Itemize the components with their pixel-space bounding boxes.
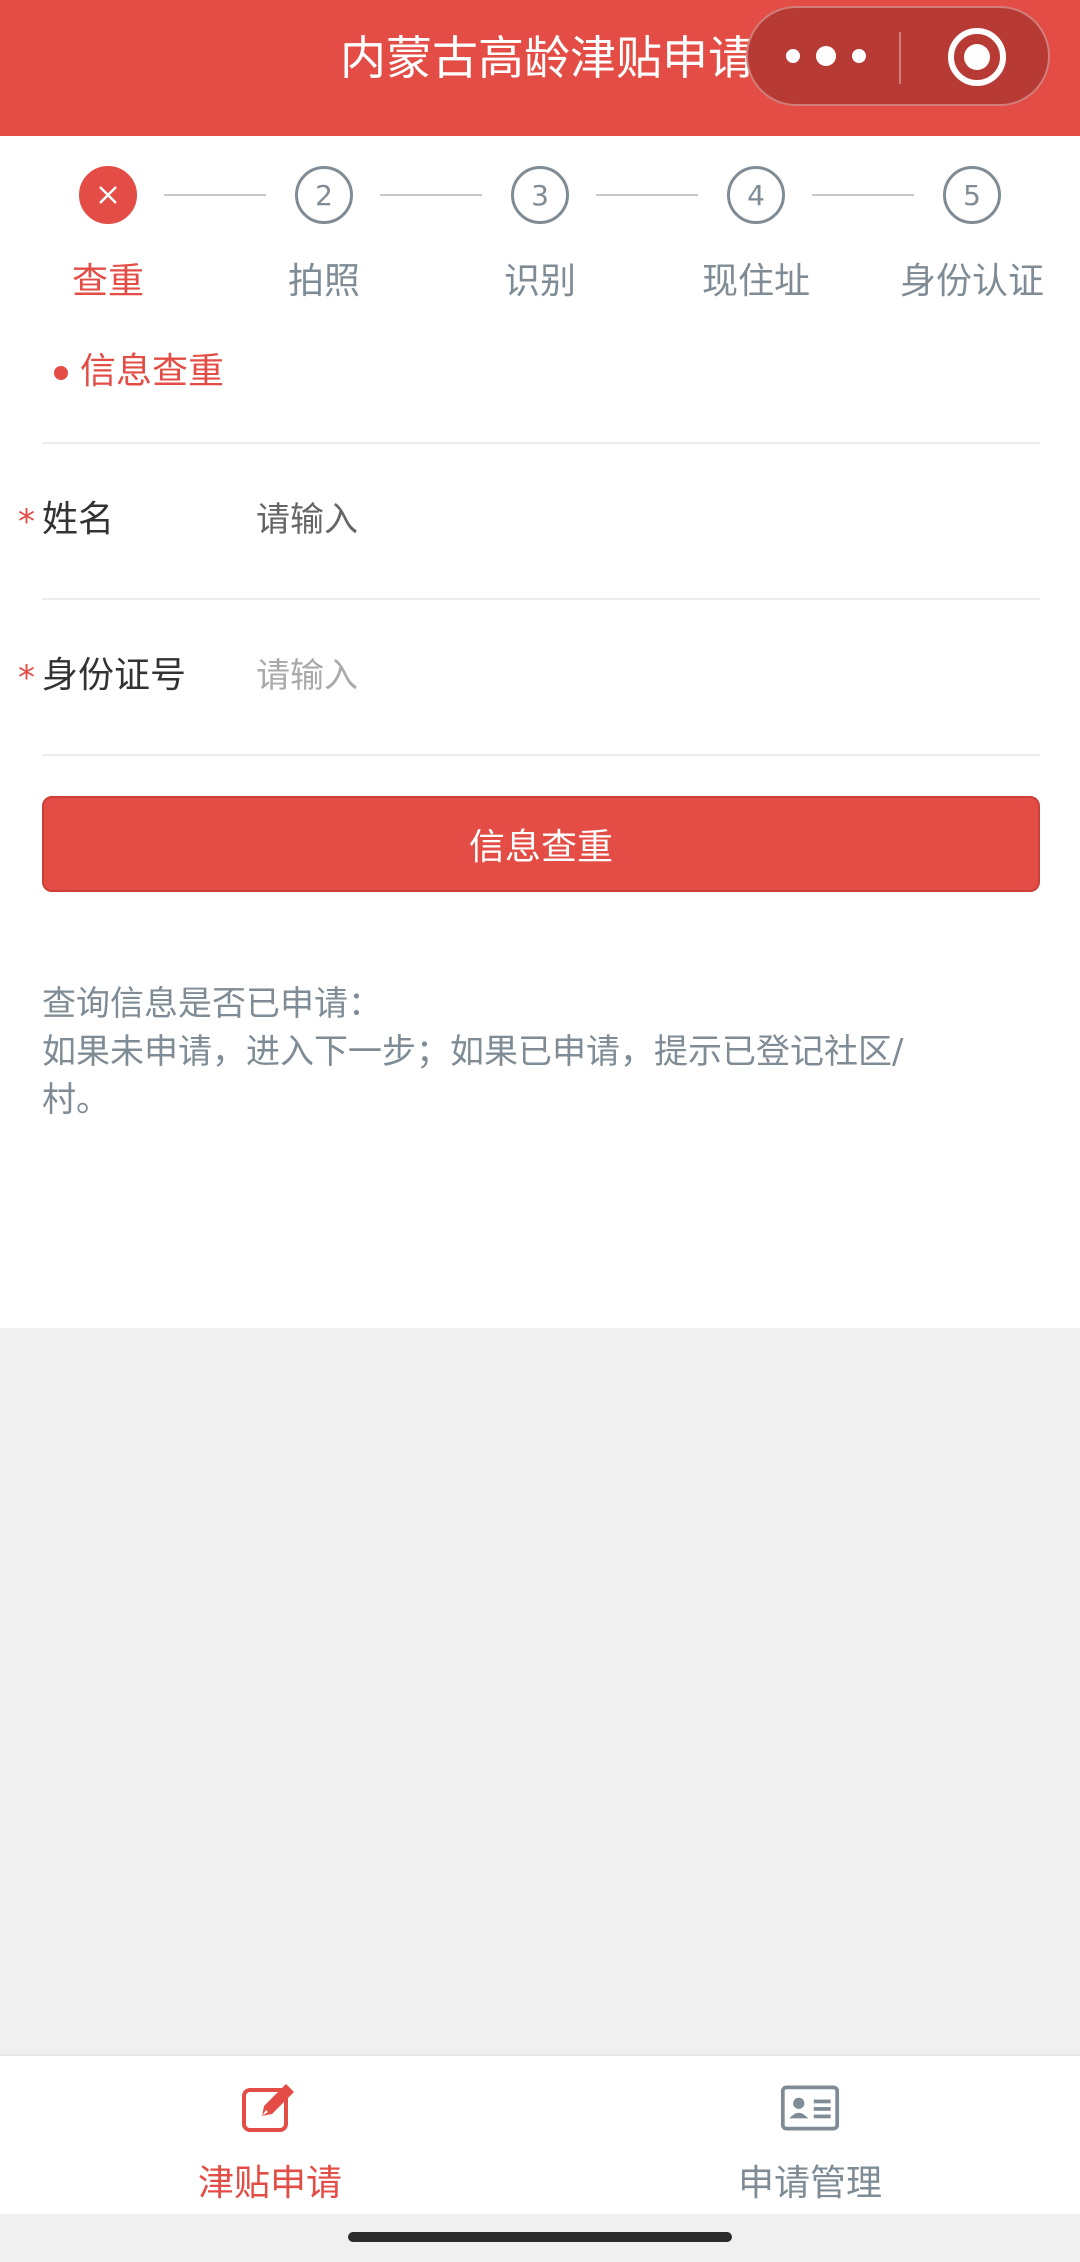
- step-2-circle: 2: [295, 166, 353, 224]
- page-title: 内蒙古高龄津贴申请: [340, 31, 754, 85]
- tab-bar: 津贴申请 申请管理: [0, 2054, 1080, 2214]
- help-note-line: 如果未申请，进入下一步；如果已申请，提示已登记社区/: [42, 1032, 904, 1072]
- step-1-circle: [79, 166, 137, 224]
- help-note-line: 查询信息是否已申请：: [42, 984, 382, 1024]
- step-connector: [164, 194, 266, 196]
- main-content: 2 3 4 5 查重 拍照 识别 现住址 身份认证 信息查重 * 姓名 * 身份…: [0, 136, 1080, 1328]
- edit-icon: [242, 2084, 294, 2132]
- close-icon: [99, 186, 117, 204]
- step-5-circle: 5: [943, 166, 1001, 224]
- step-connector: [812, 194, 914, 196]
- name-input[interactable]: [256, 490, 1016, 550]
- mini-program-capsule: [746, 6, 1050, 106]
- required-mark: *: [18, 658, 35, 698]
- help-note-line: 村。: [42, 1080, 110, 1120]
- home-indicator: [348, 2232, 732, 2242]
- tab-label: 申请管理: [737, 2163, 882, 2204]
- divider: [42, 598, 1040, 600]
- tab-label: 津贴申请: [197, 2163, 342, 2204]
- help-note: 查询信息是否已申请： 如果未申请，进入下一步；如果已申请，提示已登记社区/ 村。: [42, 980, 1042, 1124]
- id-number-input[interactable]: [256, 646, 1016, 706]
- divider: [42, 754, 1040, 756]
- capsule-divider: [899, 32, 901, 84]
- id-number-label: 身份证号: [42, 655, 187, 696]
- id-card-icon: [780, 2085, 840, 2131]
- step-3-label: 识别: [503, 261, 577, 302]
- name-label: 姓名: [42, 499, 115, 540]
- tab-subsidy-application[interactable]: 津贴申请: [0, 2056, 540, 2216]
- step-4-circle: 4: [727, 166, 785, 224]
- section-title-text: 信息查重: [80, 351, 225, 392]
- step-4-label: 现住址: [701, 261, 811, 302]
- step-connector: [380, 194, 482, 196]
- nav-header: 内蒙古高龄津贴申请: [0, 0, 1080, 136]
- step-3-circle: 3: [511, 166, 569, 224]
- step-2-label: 拍照: [287, 261, 361, 302]
- divider: [42, 442, 1040, 444]
- step-5-label: 身份认证: [899, 261, 1045, 302]
- close-mini-program-icon[interactable]: [948, 28, 1006, 86]
- required-mark: *: [18, 502, 35, 542]
- tab-application-management[interactable]: 申请管理: [540, 2056, 1080, 2216]
- more-options-icon[interactable]: [786, 46, 870, 66]
- check-info-button[interactable]: 信息查重: [42, 796, 1040, 892]
- section-title: 信息查重: [52, 348, 224, 396]
- step-connector: [596, 194, 698, 196]
- step-1-label: 查重: [71, 261, 145, 302]
